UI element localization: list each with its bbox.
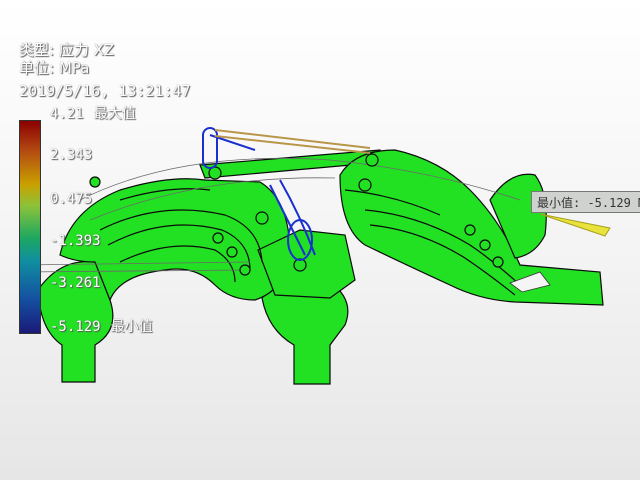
timestamp-label: 2019/5/16, 13:21:47 <box>19 82 191 100</box>
unit-label: 单位: MPa <box>19 59 90 77</box>
legend-max-tag: 最大值 <box>93 106 136 122</box>
legend-tick: -3.261 <box>50 275 101 291</box>
legend-tick-max: 4.21 最大值 <box>50 103 136 123</box>
result-type-label: 类型: 应力 XZ <box>19 41 115 59</box>
legend-tick-value: 4.21 <box>50 106 84 122</box>
legend-min-tag: 最小值 <box>110 319 153 335</box>
probe-arrow <box>539 213 611 237</box>
legend-tick: 2.343 <box>50 147 93 163</box>
min-value-probe[interactable]: 最小值: -5.129 M <box>531 191 640 213</box>
legend-tick: 0.475 <box>50 191 93 207</box>
legend-tick-min: -5.129 最小值 <box>50 316 153 336</box>
legend-tick: -1.393 <box>50 233 101 249</box>
stress-color-bar <box>19 120 41 334</box>
legend-tick-value: -5.129 <box>50 319 101 335</box>
